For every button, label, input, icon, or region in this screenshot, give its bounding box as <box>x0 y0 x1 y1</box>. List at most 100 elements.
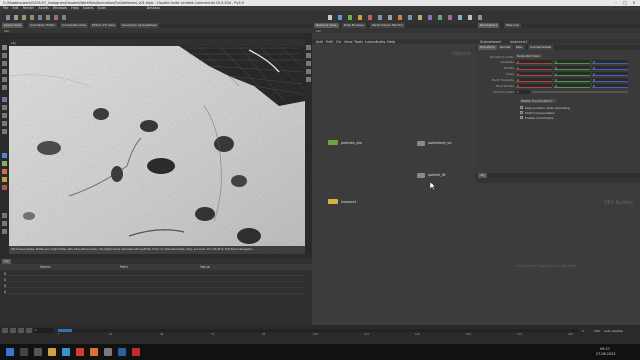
primitives-icon[interactable] <box>2 153 7 158</box>
param-pivot-rotate-z[interactable]: 0 <box>592 84 628 88</box>
vex-builder-pane[interactable]: VEX Builder Press Tab or Right-click to … <box>476 178 640 325</box>
move-tool-icon[interactable] <box>2 53 7 58</box>
portal-light-icon[interactable] <box>448 15 452 20</box>
network-menu-help[interactable]: Help <box>387 40 395 44</box>
taskview-icon[interactable] <box>34 348 42 356</box>
param-pivot-rotate-x[interactable]: 0 <box>516 84 552 88</box>
characters-icon[interactable] <box>62 15 66 20</box>
environment-light-icon[interactable] <box>408 15 412 20</box>
param-translate-y[interactable]: 0 <box>554 60 590 64</box>
pose-tool-icon[interactable] <box>2 85 7 90</box>
view-tool-icon[interactable] <box>2 97 7 102</box>
lasso-icon[interactable] <box>2 221 7 226</box>
param-rotate-y[interactable]: 0 <box>554 66 590 70</box>
param-rotate-z[interactable]: 0 <box>592 66 628 70</box>
app2-icon[interactable] <box>118 348 126 356</box>
param-rotate-x[interactable]: 0 <box>516 66 552 70</box>
play-icon[interactable] <box>18 328 24 333</box>
subtab-render[interactable]: Render <box>498 45 513 50</box>
auto-update-button[interactable]: Auto Update <box>604 329 623 333</box>
modify-icon[interactable] <box>14 15 18 20</box>
camera-icon[interactable] <box>338 15 342 20</box>
breakpoints-icon[interactable] <box>2 185 7 190</box>
geometry-light-icon[interactable] <box>378 15 382 20</box>
select-tool-icon[interactable] <box>2 45 7 50</box>
display-options-icon[interactable] <box>306 45 311 50</box>
network-menu-tools[interactable]: Tools <box>354 40 363 44</box>
edges-icon[interactable] <box>2 169 7 174</box>
scene-viewport[interactable]: left mouse tumbles. Middle pans. Right d… <box>9 46 305 254</box>
polygon-icon[interactable] <box>30 15 34 20</box>
visibility-icon[interactable] <box>306 77 311 82</box>
param-scale-y[interactable]: 1 <box>554 72 590 76</box>
paint-icon[interactable] <box>2 229 7 234</box>
network-menu-labs[interactable]: Labs <box>377 40 385 44</box>
param-scale-z[interactable]: 1 <box>592 72 628 76</box>
deform-icon[interactable] <box>38 15 42 20</box>
network-menu-layout[interactable]: Layout <box>365 40 377 44</box>
param-pivot-translate-y[interactable]: 0 <box>554 78 590 82</box>
wireframe-icon[interactable] <box>306 53 311 58</box>
network-editor[interactable]: Add Edit Go View Tools Layout Labs Help … <box>312 33 476 325</box>
rigging-icon[interactable] <box>54 15 58 20</box>
network-menu-view[interactable]: View <box>344 40 353 44</box>
channel-row[interactable]: 0 <box>4 278 304 282</box>
param-pivot-translate-z[interactable]: 0 <box>592 78 628 82</box>
ambient-light-icon[interactable] <box>458 15 462 20</box>
channel-row[interactable]: 0 <box>4 290 304 294</box>
timeline-slider[interactable] <box>58 329 578 332</box>
param-translate-z[interactable]: 0 <box>592 60 628 64</box>
uniform-scale-slider[interactable] <box>532 91 628 93</box>
select-groups-icon[interactable] <box>2 105 7 110</box>
current-frame-field[interactable]: 1 <box>34 328 54 333</box>
gi-light-icon[interactable] <box>428 15 432 20</box>
channel-row[interactable]: 0 <box>4 284 304 288</box>
camera-tool-icon[interactable] <box>2 121 7 126</box>
checkbox-box[interactable] <box>520 106 523 109</box>
magnet-icon[interactable] <box>2 213 7 218</box>
area-light-icon[interactable] <box>368 15 372 20</box>
param-uniform-scale[interactable]: 1 <box>516 90 530 94</box>
media-icon[interactable] <box>76 348 84 356</box>
play-reverse-icon[interactable] <box>2 328 8 333</box>
checkbox-box[interactable] <box>520 116 523 119</box>
recorder-icon[interactable] <box>132 348 140 356</box>
param-translate-x[interactable]: 0 <box>516 60 552 64</box>
node-particles-sim[interactable] <box>328 140 338 145</box>
param-scale-x[interactable]: 1 <box>516 72 552 76</box>
model-icon[interactable] <box>22 15 26 20</box>
tab-channel-list[interactable]: obj <box>2 258 11 264</box>
param-pivot-translate-x[interactable]: 0 <box>516 78 552 82</box>
brush-icon[interactable] <box>2 129 7 134</box>
network-menu-edit[interactable]: Edit <box>326 40 333 44</box>
spot-light-icon[interactable] <box>358 15 362 20</box>
points-icon[interactable] <box>2 161 7 166</box>
vertices-icon[interactable] <box>2 177 7 182</box>
texture-icon[interactable] <box>46 15 50 20</box>
param-pivot-rotate-y[interactable]: 0 <box>554 84 590 88</box>
node-particlesim-src[interactable] <box>417 141 425 146</box>
browser-icon[interactable] <box>62 348 70 356</box>
distant-light-icon[interactable] <box>398 15 402 20</box>
subtab-transform[interactable]: Transform <box>478 45 497 50</box>
volume-light-icon[interactable] <box>388 15 392 20</box>
channel-row[interactable]: 0 <box>4 272 304 276</box>
app-icon[interactable] <box>104 348 112 356</box>
next-frame-icon[interactable] <box>26 328 32 333</box>
snap-icon[interactable] <box>2 113 7 118</box>
windows-start-icon[interactable] <box>6 348 14 356</box>
subtab-misc[interactable]: Misc <box>514 45 525 50</box>
subtab-subnet[interactable]: Subnet/Global <box>528 45 554 50</box>
lights-icon[interactable] <box>328 15 332 20</box>
stereo-camera-icon[interactable] <box>468 15 472 20</box>
search-icon[interactable] <box>20 348 28 356</box>
node-instance1[interactable] <box>328 199 338 204</box>
range-end[interactable]: 240 <box>594 329 600 333</box>
network-menu-add[interactable]: Add <box>316 40 323 44</box>
node-particle-fill[interactable] <box>417 173 425 178</box>
network-menu-go[interactable]: Go <box>336 40 341 44</box>
point-light-icon[interactable] <box>348 15 352 20</box>
scale-tool-icon[interactable] <box>2 69 7 74</box>
pre-transform-dropdown[interactable]: Modify Pre-Transform <box>520 99 556 103</box>
timeline-playhead[interactable] <box>58 329 72 332</box>
